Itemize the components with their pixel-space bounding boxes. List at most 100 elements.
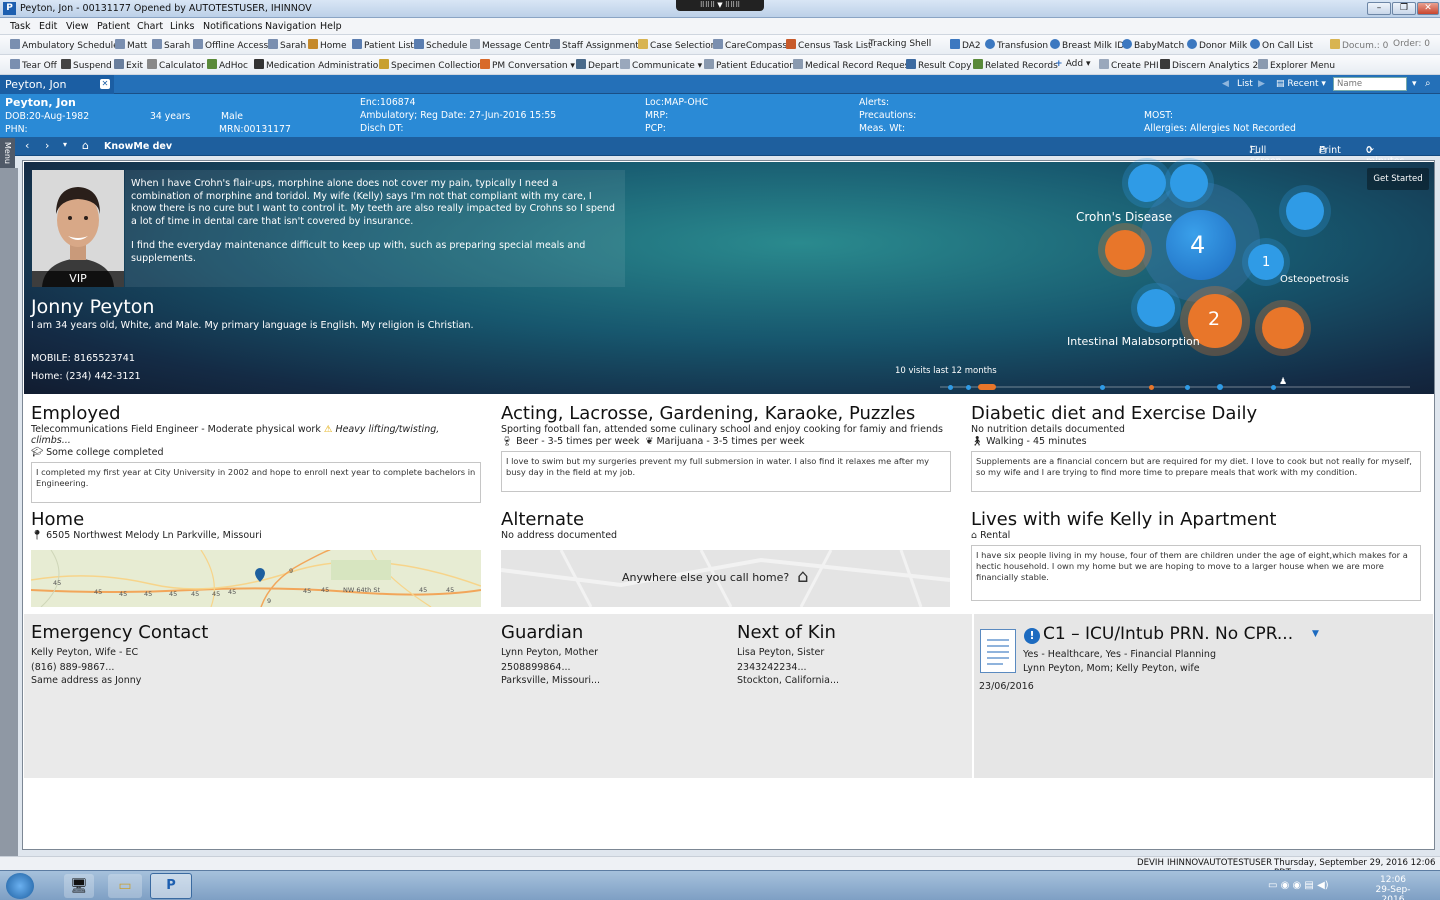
home-map[interactable]: 45 45 45 45 45 45 45 45 45 45 NW 64th St…: [31, 550, 481, 607]
visit-marker[interactable]: [1217, 384, 1223, 390]
next-of-kin-phone[interactable]: 2343242234...: [737, 662, 957, 673]
tb-orders-count[interactable]: Order: 0: [1393, 39, 1430, 49]
tb-suspend[interactable]: Suspend: [61, 59, 112, 71]
condition-bubble[interactable]: [1286, 192, 1324, 230]
tb-specimen-collection[interactable]: Specimen Collection: [379, 59, 483, 71]
tb-sarah-2[interactable]: Sarah: [268, 39, 306, 51]
visit-marker[interactable]: [1149, 385, 1154, 390]
condition-bubble[interactable]: [1105, 230, 1145, 270]
tb-offline-access[interactable]: Offline Access: [193, 39, 268, 51]
menu-view[interactable]: View: [66, 21, 89, 32]
remote-session-grip[interactable]: ⠿⠿⠿ ▼ ⠿⠿⠿: [676, 0, 764, 11]
tb-babymatch[interactable]: BabyMatch: [1122, 39, 1184, 51]
directive-dropdown-icon[interactable]: ▼: [1312, 629, 1319, 639]
recent-button[interactable]: ▤ Recent ▾: [1276, 79, 1326, 89]
tb-result-copy[interactable]: Result Copy: [906, 59, 972, 71]
tb-sarah[interactable]: Sarah: [152, 39, 190, 51]
back-icon[interactable]: ‹: [25, 139, 29, 152]
maximize-button[interactable]: ❐: [1392, 2, 1416, 15]
tb-home[interactable]: Home: [308, 39, 347, 51]
menu-task[interactable]: Task: [10, 21, 31, 32]
tb-breast-milk-id[interactable]: Breast Milk ID: [1050, 39, 1124, 51]
tb-on-call-list[interactable]: On Call List: [1250, 39, 1313, 51]
tb-create-phi[interactable]: Create PHI: [1099, 59, 1159, 71]
tb-census-task-list[interactable]: Census Task List: [786, 39, 872, 51]
emergency-contact-phone[interactable]: (816) 889-9867...: [31, 662, 331, 673]
list-button[interactable]: List: [1237, 79, 1253, 89]
menu-chart[interactable]: Chart: [137, 21, 163, 32]
menu-help[interactable]: Help: [320, 21, 342, 32]
menu-navigation[interactable]: Navigation: [265, 21, 316, 32]
tb-da2[interactable]: DA2: [950, 39, 981, 51]
visit-marker[interactable]: [948, 385, 953, 390]
guardian-phone[interactable]: 2508899864...: [501, 662, 721, 673]
start-button[interactable]: [6, 873, 34, 899]
tb-patient-education[interactable]: Patient Education: [704, 59, 795, 71]
tb-explorer-menu[interactable]: Explorer Menu: [1258, 59, 1335, 71]
allergies[interactable]: Allergies: Allergies Not Recorded: [1144, 123, 1296, 134]
menu-edit[interactable]: Edit: [39, 21, 57, 32]
tb-ambulatory-schedule[interactable]: Ambulatory Schedule: [10, 39, 119, 51]
close-button[interactable]: ✕: [1417, 2, 1439, 15]
taskbar-clock[interactable]: 12:06 29-Sep-2016: [1368, 875, 1418, 900]
tb-documents-count[interactable]: Docum.: 0: [1330, 39, 1388, 51]
side-menu-toggle[interactable]: Menu: [0, 138, 15, 168]
tb-pm-conversation[interactable]: PM Conversation ▾: [480, 59, 575, 71]
education-icon: [704, 59, 714, 69]
advance-directive-title[interactable]: C1 – ICU/Intub PRN. No CPR...: [1043, 624, 1293, 644]
condition-bubble[interactable]: [1262, 307, 1304, 349]
tb-exit[interactable]: Exit: [114, 59, 143, 71]
visit-marker[interactable]: [966, 385, 971, 390]
tb-adhoc[interactable]: AdHoc: [207, 59, 248, 71]
tb-add[interactable]: + Add ▾: [1055, 59, 1091, 69]
condition-bubble[interactable]: [1170, 164, 1208, 202]
get-started-button[interactable]: Get Started: [1367, 168, 1429, 190]
tb-donor-milk[interactable]: Donor Milk: [1187, 39, 1247, 51]
tb-related-records[interactable]: Related Records: [973, 59, 1058, 71]
map-label: 9: [267, 597, 272, 605]
alerts[interactable]: Alerts:: [859, 97, 889, 108]
tb-carecompass[interactable]: CareCompass: [713, 39, 787, 51]
taskbar-folder-icon[interactable]: ▭: [108, 874, 142, 898]
forward-icon[interactable]: ›: [45, 139, 49, 152]
tb-medication-administration[interactable]: Medication Administration: [254, 59, 384, 71]
tb-discern-analytics[interactable]: Discern Analytics 2.0: [1160, 59, 1267, 71]
menu-links[interactable]: Links: [170, 21, 194, 32]
history-dropdown-icon[interactable]: ▾: [63, 140, 67, 149]
visit-marker[interactable]: [1100, 385, 1105, 390]
alternate-home-prompt[interactable]: Anywhere else you call home? ⌂: [501, 550, 950, 607]
taskbar-computer-icon[interactable]: 🖥︎: [64, 874, 94, 898]
minimize-button[interactable]: –: [1367, 2, 1391, 15]
tb-tracking-shell[interactable]: Tracking Shell: [869, 39, 931, 49]
tb-staff-assignment[interactable]: Staff Assignment: [550, 39, 639, 51]
forward-arrow-icon[interactable]: ▶: [1258, 79, 1265, 89]
taskbar-powerchart-icon[interactable]: P: [150, 873, 192, 899]
home-icon[interactable]: ⌂: [82, 139, 89, 152]
tb-medical-record-request[interactable]: Medical Record Request: [793, 59, 913, 71]
tb-tear-off[interactable]: Tear Off: [10, 59, 57, 71]
menu-patient[interactable]: Patient: [97, 21, 130, 32]
back-arrow-icon[interactable]: ◀: [1222, 79, 1229, 89]
search-icon[interactable]: ⌕: [1425, 78, 1431, 89]
condition-bubble[interactable]: [1128, 164, 1166, 202]
tb-schedule[interactable]: Schedule: [414, 39, 467, 51]
tb-message-centre[interactable]: Message Centre: [470, 39, 554, 51]
tray-icons[interactable]: ▭ ◉ ◉ ▤ ◀): [1268, 880, 1329, 891]
tb-matt[interactable]: Matt: [115, 39, 147, 51]
patient-search-input[interactable]: [1333, 77, 1407, 91]
tb-calculator[interactable]: Calculator: [147, 59, 205, 71]
menu-notifications[interactable]: Notifications: [203, 21, 262, 32]
tb-transfusion[interactable]: Transfusion: [985, 39, 1048, 51]
tb-case-selection[interactable]: Case Selection: [638, 39, 716, 51]
visit-marker[interactable]: [1271, 385, 1276, 390]
tb-patient-list[interactable]: Patient List: [352, 39, 414, 51]
patient-tab[interactable]: Peyton, Jon ✕: [0, 75, 114, 94]
tb-depart[interactable]: Depart: [576, 59, 619, 71]
visit-marker[interactable]: [978, 384, 996, 390]
visit-marker[interactable]: [1185, 385, 1190, 390]
close-tab-icon[interactable]: ✕: [100, 79, 110, 89]
search-dropdown-icon[interactable]: ▾: [1412, 79, 1417, 89]
condition-bubble[interactable]: [1137, 289, 1175, 327]
tb-communicate[interactable]: Communicate ▾: [620, 59, 702, 71]
info-icon[interactable]: !: [1024, 628, 1040, 644]
